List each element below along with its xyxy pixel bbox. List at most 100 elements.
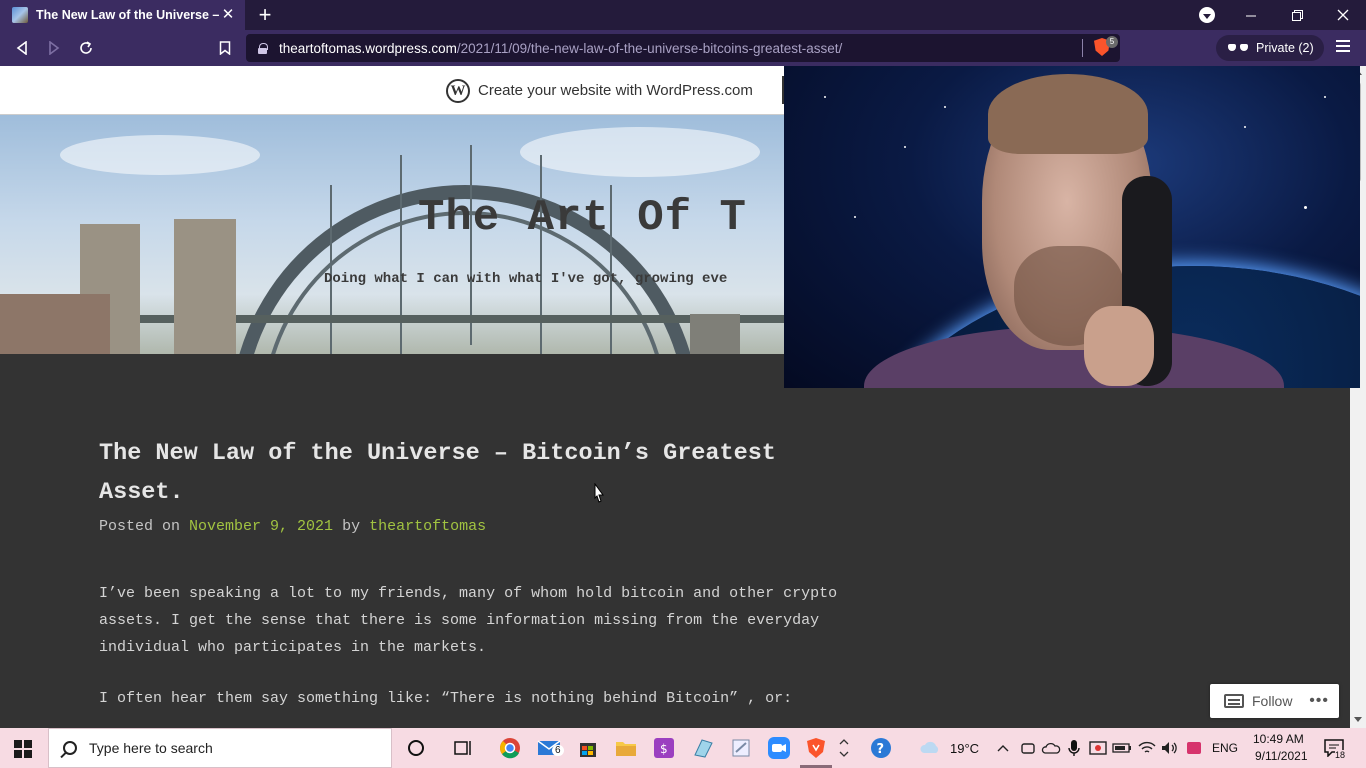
person-hand (1084, 306, 1154, 386)
snipping-tool-icon[interactable] (729, 736, 753, 760)
site-tagline: Doing what I can with what I've got, gro… (324, 271, 728, 287)
star (1244, 126, 1246, 128)
site-title[interactable]: The Art Of T (418, 193, 747, 243)
cloud (520, 127, 760, 177)
post-meta: Posted on November 9, 2021 by theartofto… (99, 518, 859, 535)
tab-title: The New Law of the Universe – Bi (36, 8, 220, 22)
bridge-truss (330, 185, 332, 354)
bookmark-button[interactable] (214, 38, 236, 58)
windows-start-icon[interactable] (14, 740, 32, 758)
svg-text:$: $ (660, 742, 668, 756)
screen-capture-icon[interactable] (1086, 736, 1110, 760)
zoom-icon[interactable] (767, 736, 791, 760)
post-date-link[interactable]: November 9, 2021 (189, 518, 333, 535)
brave-browser-icon[interactable] (804, 736, 828, 760)
weather-icon[interactable] (918, 736, 942, 760)
browser-toolbar: theartoftomas.wordpress.com /2021/11/09/… (0, 30, 1366, 66)
cortana-icon[interactable] (404, 736, 428, 760)
search-placeholder: Type here to search (89, 740, 213, 756)
post-title: The New Law of the Universe – Bitcoin’s … (99, 440, 776, 506)
building (0, 294, 110, 354)
blog-post: The New Law of the Universe – Bitcoin’s … (99, 434, 859, 728)
tab-search-icon[interactable] (1199, 7, 1215, 23)
post-paragraph: I often hear them say something like: “T… (99, 690, 793, 707)
star (944, 106, 946, 108)
taskbar-search-box[interactable]: Type here to search (48, 728, 392, 768)
restore-icon (1291, 9, 1303, 21)
new-tab-button[interactable]: + (255, 3, 275, 27)
reload-button[interactable] (75, 38, 97, 58)
webcam-video-overlay (784, 66, 1360, 388)
store-icon[interactable] (576, 736, 600, 760)
private-window-indicator[interactable]: Private (2) (1216, 35, 1324, 61)
task-view-icon[interactable] (451, 736, 475, 760)
address-bar[interactable]: theartoftomas.wordpress.com /2021/11/09/… (246, 34, 1120, 62)
svg-text:?: ? (877, 742, 885, 757)
person-hair (988, 74, 1148, 154)
divider (1082, 39, 1083, 57)
private-glasses-icon (1228, 44, 1248, 52)
onedrive-icon[interactable] (1039, 736, 1063, 760)
by-label: by (342, 518, 361, 535)
back-arrow-icon (16, 41, 27, 55)
file-explorer-icon[interactable] (614, 736, 638, 760)
paint-icon[interactable] (691, 736, 715, 760)
lock-icon (258, 42, 268, 54)
notifications-count: 18 (1335, 750, 1346, 760)
cloud (60, 135, 260, 175)
more-options-icon[interactable]: ••• (1309, 692, 1329, 710)
battery-icon[interactable] (1110, 736, 1134, 760)
help-icon[interactable]: ? (869, 736, 893, 760)
scroll-down-icon[interactable] (1354, 717, 1362, 722)
post-paragraph: I’ve been speaking a lot to my friends, … (99, 585, 838, 656)
back-button[interactable] (11, 38, 33, 58)
microphone-icon[interactable] (1062, 736, 1086, 760)
site-favicon-icon (12, 7, 28, 23)
clock-time[interactable]: 10:49 AM (1253, 732, 1304, 746)
mouse-cursor-icon (594, 483, 604, 503)
app-purple-icon[interactable]: $ (652, 736, 676, 760)
close-icon (1337, 9, 1349, 21)
clock-date[interactable]: 9/11/2021 (1255, 749, 1308, 763)
close-window-button[interactable] (1320, 0, 1366, 30)
bridge-truss (400, 155, 402, 354)
taskbar-scroll-icon[interactable] (836, 736, 852, 760)
star (1304, 206, 1307, 209)
star (904, 146, 906, 148)
meet-now-icon[interactable] (1016, 736, 1040, 760)
windows-taskbar: Type here to search 6 $ ? 19°C ENG 10:49… (0, 728, 1366, 768)
star (1324, 96, 1326, 98)
follow-label: Follow (1252, 693, 1293, 709)
url-path: /2021/11/09/the-new-law-of-the-universe-… (456, 40, 843, 56)
post-body: I’ve been speaking a lot to my friends, … (99, 580, 859, 712)
url-host: theartoftomas.wordpress.com (279, 40, 457, 56)
mail-badge: 6 (552, 745, 564, 756)
language-indicator[interactable]: ENG (1212, 741, 1238, 755)
wifi-icon[interactable] (1135, 736, 1159, 760)
wordpress-banner-text[interactable]: Create your website with WordPress.com (478, 82, 753, 99)
bridge-pylon (174, 219, 236, 354)
posted-on-label: Posted on (99, 518, 181, 535)
shield-count-badge: 5 (1106, 36, 1118, 48)
hamburger-menu-icon[interactable] (1336, 40, 1350, 54)
forward-button[interactable] (43, 38, 65, 58)
forward-arrow-icon (49, 41, 60, 55)
minimize-icon (1245, 15, 1256, 16)
building (690, 314, 740, 354)
wordpress-logo-icon: W (446, 79, 470, 103)
private-label: Private (2) (1256, 41, 1314, 55)
minimize-button[interactable] (1228, 0, 1274, 30)
bookmark-icon (219, 41, 231, 55)
close-tab-icon[interactable]: ✕ (219, 6, 237, 24)
star (854, 216, 856, 218)
restore-button[interactable] (1274, 0, 1320, 30)
reload-icon (80, 41, 92, 54)
app-tray-icon[interactable] (1182, 736, 1206, 760)
browser-tab[interactable]: The New Law of the Universe – Bi ✕ (0, 0, 245, 30)
follow-button[interactable]: Follow ••• (1210, 684, 1339, 718)
weather-temperature[interactable]: 19°C (950, 741, 979, 756)
chrome-icon[interactable] (498, 736, 522, 760)
volume-icon[interactable] (1158, 736, 1182, 760)
show-hidden-icons-icon[interactable] (991, 736, 1015, 760)
author-link[interactable]: theartoftomas (369, 518, 486, 535)
